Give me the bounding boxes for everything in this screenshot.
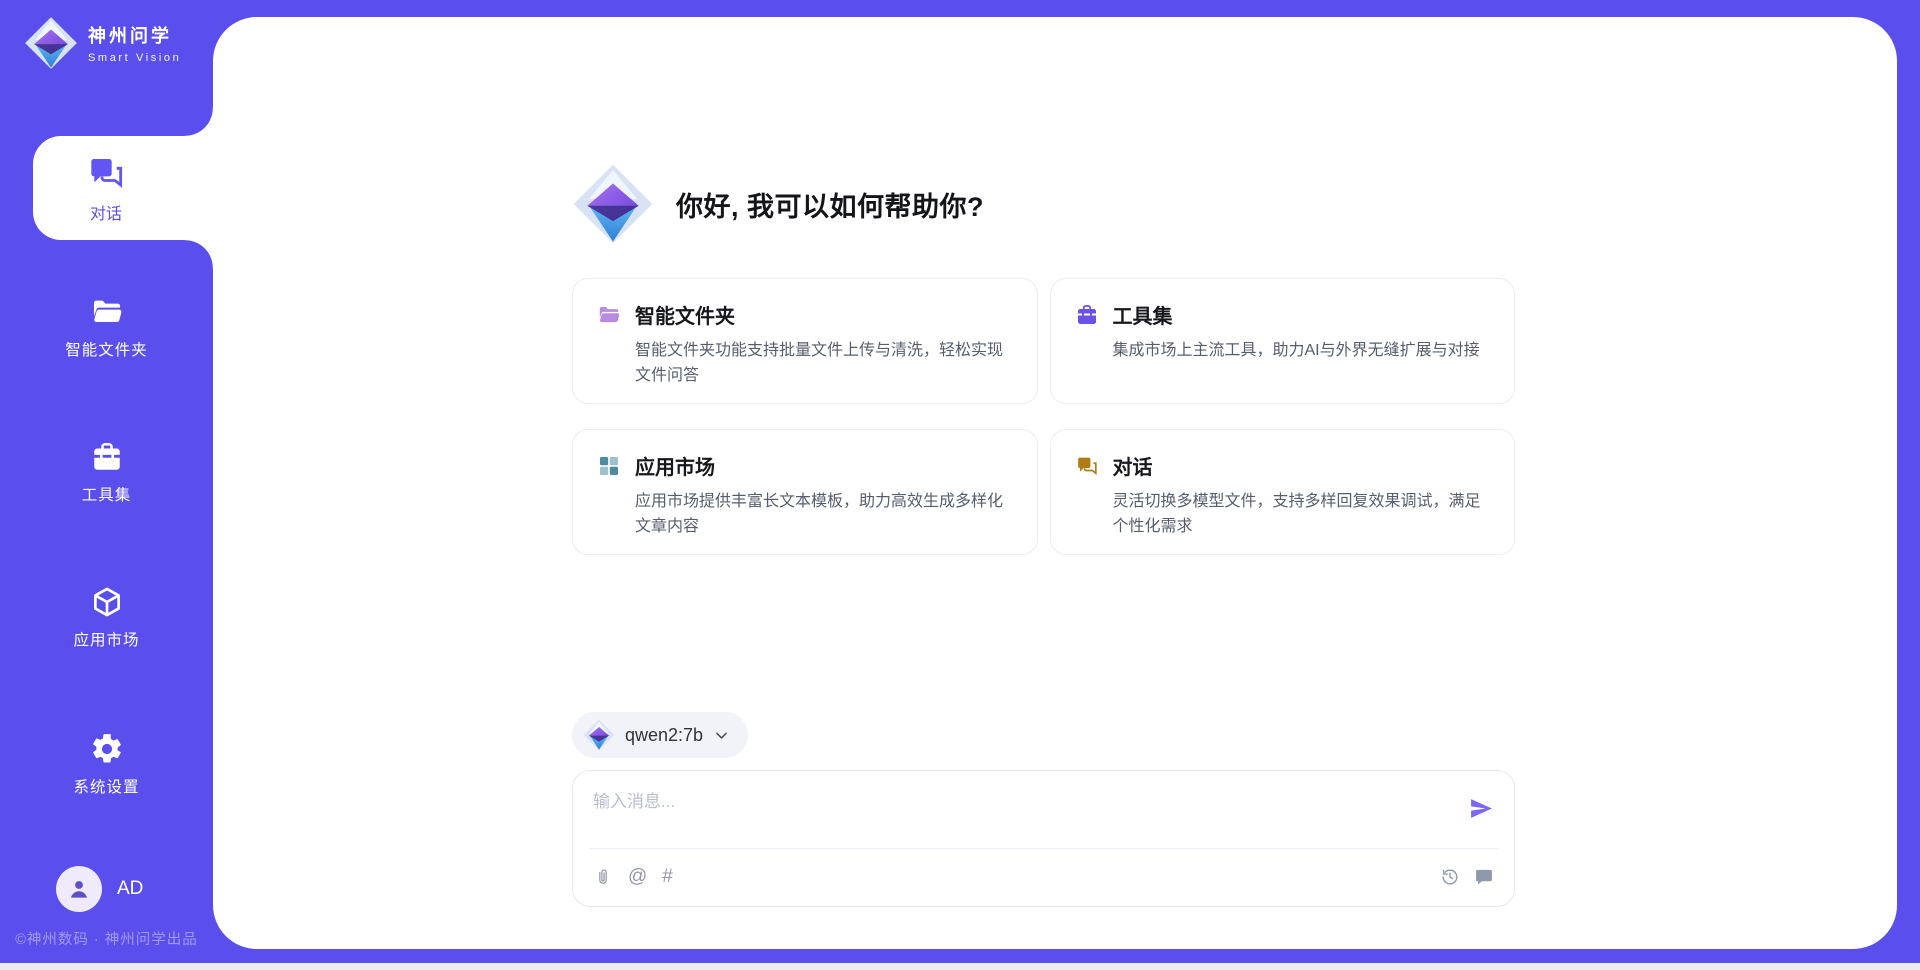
tab-corner-top [185,108,213,136]
sidebar-item-toolset[interactable]: 工具集 [0,440,213,505]
quick-action-cards: 智能文件夹 智能文件夹功能支持批量文件上传与清洗，轻松实现文件问答 工具集 集成… [572,278,1515,555]
folder-icon [90,295,124,329]
hash-icon: # [662,866,673,888]
chevron-down-icon [713,727,730,744]
send-button[interactable] [1469,796,1494,824]
sidebar: 神州问学 Smart Vision 对话 智能文件夹 工具集 应用市场 系统设置… [0,0,213,963]
history-button[interactable] [1440,867,1460,887]
card-smart-folder[interactable]: 智能文件夹 智能文件夹功能支持批量文件上传与清洗，轻松实现文件问答 [572,278,1038,404]
at-icon: @ [628,866,647,888]
card-title: 应用市场 [635,451,715,480]
sidebar-item-smart-folders[interactable]: 智能文件夹 [0,295,213,360]
card-title: 工具集 [1113,300,1173,329]
card-description: 应用市场提供丰富长文本模板，助力高效生成多样化文章内容 [635,489,1013,539]
card-head: 智能文件夹 [597,300,1013,329]
composer-tools-left: @ # [593,866,673,888]
sidebar-item-app-market[interactable]: 应用市场 [0,585,213,650]
sidebar-item-label: 智能文件夹 [65,338,148,360]
main-content: 你好, 我可以如何帮助你? 智能文件夹 智能文件夹功能支持批量文件上传与清洗，轻… [213,17,1515,907]
avatar [56,866,102,912]
attach-button[interactable] [593,867,613,887]
card-description: 灵活切换多模型文件，支持多样回复效果调试，满足个性化需求 [1113,489,1491,539]
card-chat[interactable]: 对话 灵活切换多模型文件，支持多样回复效果调试，满足个性化需求 [1050,429,1516,555]
card-description: 智能文件夹功能支持批量文件上传与清洗，轻松实现文件问答 [635,338,1013,388]
mention-button[interactable]: @ [628,866,647,888]
sidebar-item-chat[interactable]: 对话 [33,136,213,240]
app-logo-icon [572,163,654,245]
message-input[interactable] [593,787,1433,839]
sidebar-item-label: 工具集 [82,483,132,505]
window-bottom-strip [0,963,1920,970]
card-description: 集成市场上主流工具，助力AI与外界无缝扩展与对接 [1113,338,1491,363]
card-title: 对话 [1113,451,1153,480]
main-panel: 你好, 我可以如何帮助你? 智能文件夹 智能文件夹功能支持批量文件上传与清洗，轻… [213,17,1897,949]
composer: @ # [572,770,1515,907]
card-head: 工具集 [1075,300,1491,329]
folder-icon [597,303,621,327]
chat-bubble-icon [1075,454,1099,478]
brand-logo: 神州问学 Smart Vision [24,16,181,70]
history-icon [1440,867,1460,887]
paperclip-icon [593,867,613,887]
sidebar-item-label: 应用市场 [73,628,139,650]
user-initials: AD [117,878,143,900]
chat-bubbles-icon [86,153,126,193]
card-head: 应用市场 [597,451,1013,480]
toolbox-icon [90,440,124,474]
composer-tools-right [1440,867,1494,887]
card-toolset[interactable]: 工具集 集成市场上主流工具，助力AI与外界无缝扩展与对接 [1050,278,1516,404]
model-selector[interactable]: qwen2:7b [572,712,748,758]
comments-button[interactable] [1474,867,1494,887]
app-grid-icon [597,454,621,478]
user-chip[interactable]: AD [56,866,143,912]
model-name: qwen2:7b [625,725,703,746]
cube-icon [90,585,124,619]
sidebar-item-system-settings[interactable]: 系统设置 [0,732,213,797]
composer-toolbar: @ # [573,847,1514,906]
card-head: 对话 [1075,451,1491,480]
tab-corner-bottom [185,240,213,268]
hash-button[interactable]: # [662,866,673,888]
model-logo-icon [583,719,615,751]
gear-icon [90,732,124,766]
brand-subtitle: Smart Vision [88,52,181,64]
send-icon [1469,796,1494,821]
greeting-text: 你好, 我可以如何帮助你? [676,185,984,224]
sidebar-item-label: 对话 [90,200,122,224]
brand-diamond-icon [24,16,78,70]
brand-text: 神州问学 Smart Vision [88,22,181,64]
sidebar-footer: ©神州数码 · 神州问学出品 [0,928,213,949]
sidebar-item-label: 系统设置 [73,775,139,797]
brand-name: 神州问学 [88,22,181,48]
comment-icon [1474,867,1494,887]
greeting: 你好, 我可以如何帮助你? [572,163,1515,245]
person-icon [66,876,92,902]
card-title: 智能文件夹 [635,300,735,329]
briefcase-icon [1075,303,1099,327]
card-app-market[interactable]: 应用市场 应用市场提供丰富长文本模板，助力高效生成多样化文章内容 [572,429,1038,555]
